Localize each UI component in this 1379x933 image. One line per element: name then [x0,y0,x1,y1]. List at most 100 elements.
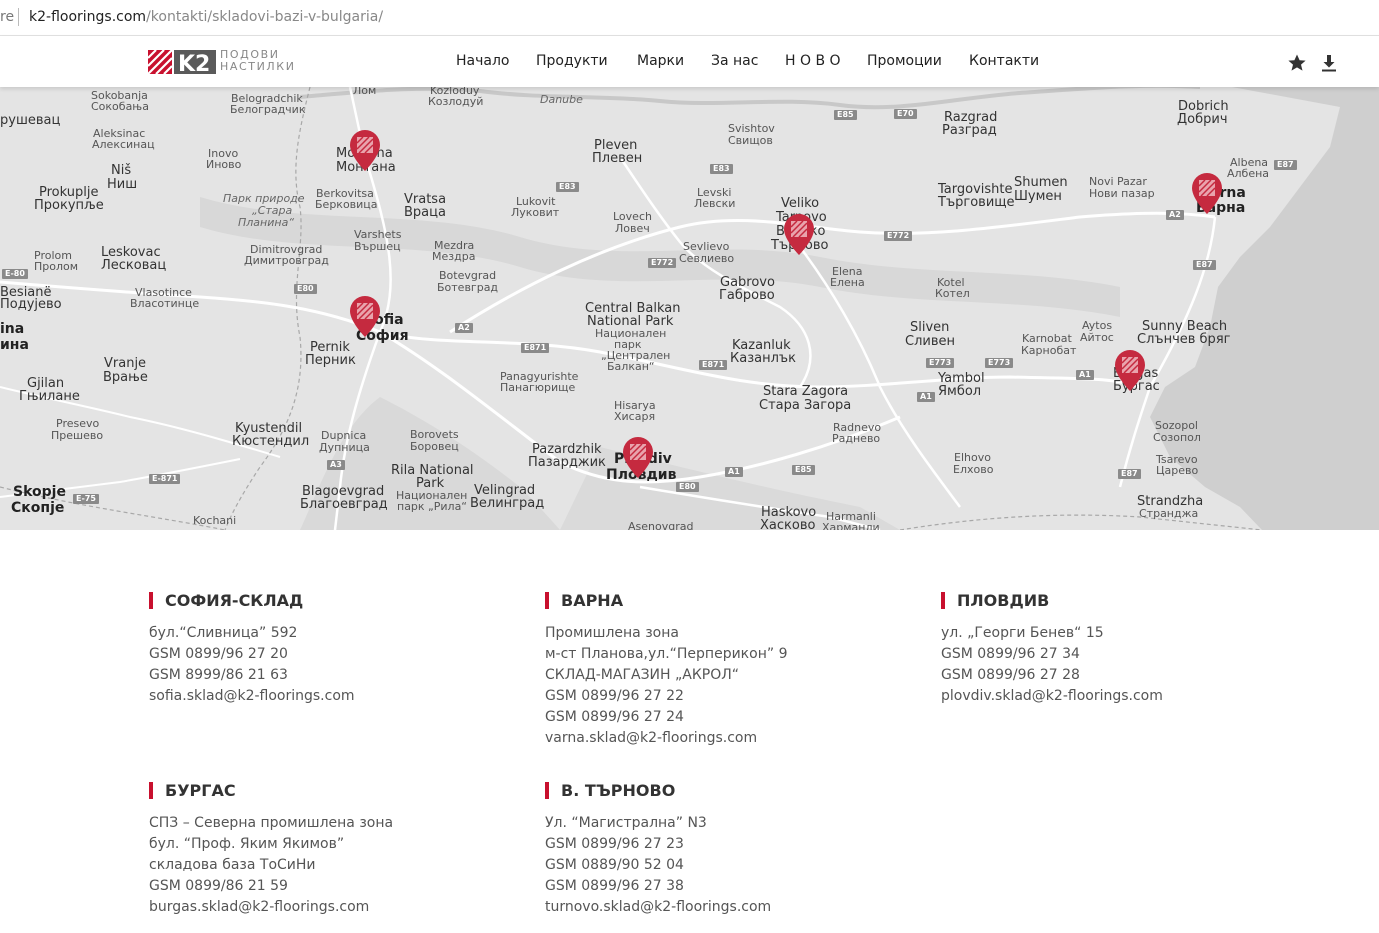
location-title: ВАРНА [545,592,875,609]
map-label: Asenovgrad [628,520,694,531]
location-email-link[interactable]: turnovo.sklad@k2-floorings.com [545,897,875,918]
location-email-link[interactable]: varna.sklad@k2-floorings.com [545,728,875,749]
address-separator [18,8,19,26]
map-label: Алексинац [92,138,155,151]
map-label: Ниш [107,177,138,192]
map-label: Пазарджик [528,455,606,470]
location-burgas: БУРГАС СПЗ – Северна промишлена зона бул… [149,782,479,918]
map-label: ина [0,337,29,353]
map-label: Подујево [0,297,62,312]
location-plovdiv: ПЛОВДИВ ул. „Георги Бенев“ 15 GSM 0899/9… [941,592,1271,707]
map-label: Враца [404,205,446,220]
nav-item-about[interactable]: За нас [711,53,758,69]
site-logo[interactable]: K2 ПОДОВИ НАСТИЛКИ [148,48,308,76]
map-label: Niš [111,163,132,178]
map-label: Балкан“ [607,360,655,373]
nav-item-contacts[interactable]: Контакти [969,53,1039,69]
map-label: Боровец [410,440,459,453]
road-shield: E-80 [2,269,28,279]
map-pin-icon[interactable] [621,435,655,479]
map-pin-icon[interactable] [348,294,382,338]
map-label: Danube [540,93,583,106]
map-label: Луковит [511,206,560,219]
map-label: Гњилане [19,389,80,404]
location-email-link[interactable]: sofia.sklad@k2-floorings.com [149,686,479,707]
location-varna: ВАРНА Промишлена зона м-ст Планова,ул.“П… [545,592,875,749]
locations-map[interactable]: Sokobanja Сокобања Belogradchik Белоград… [0,87,1379,530]
url-domain: k2-floorings.com [29,9,147,25]
star-icon[interactable] [1287,53,1307,73]
location-sofia: СОФИЯ-СКЛАД бул.“Сливница” 592 GSM 0899/… [149,592,479,707]
map-pin-icon[interactable] [782,212,816,256]
map-label: Вършец [354,240,401,253]
location-address: бул. “Проф. Яким Якимов” [149,836,345,852]
nav-item-new[interactable]: Н О В О [785,53,841,69]
road-shield: E85 [792,465,815,475]
road-shield: E80 [294,284,317,294]
location-email-link[interactable]: burgas.sklad@k2-floorings.com [149,897,479,918]
road-shield: E772 [884,231,913,241]
road-shield: E87 [1118,469,1141,479]
road-shield: E83 [710,164,733,174]
map-label: Нови пазар [1089,187,1155,200]
map-label: Планина“ [238,216,295,229]
map-label: Харманли [822,521,880,531]
map-label: Sliven [910,320,950,335]
road-shield: E70 [894,109,917,119]
location-phone: GSM 0899/96 27 20 [149,646,288,662]
map-label: Лом [353,87,377,97]
map-label: Стара Загора [759,398,852,413]
map-pin-icon[interactable] [1113,348,1147,392]
road-shield: A1 [1076,370,1094,380]
nav-item-home[interactable]: Начало [456,53,509,69]
location-address: Ул. “Магистрална” N3 [545,815,707,831]
nav-item-brands[interactable]: Марки [637,53,684,69]
location-turnovo: В. ТЪРНОВО Ул. “Магистрална” N3 GSM 0899… [545,782,875,918]
map-label: рушевац [0,113,61,128]
nav-item-products[interactable]: Продукти [536,53,608,69]
location-address: складова база ТоСиНи [149,857,316,873]
map-label: Veliko [781,196,820,211]
location-phone: GSM 0899/96 27 23 [545,836,684,852]
location-title: БУРГАС [149,782,479,799]
location-address: м-ст Планова,ул.“Перперикон” 9 [545,646,788,662]
browser-address-bar[interactable]: re k2-floorings.com/kontakti/skladovi-ba… [0,0,1379,36]
map-label: Сокобања [91,100,149,113]
location-email-link[interactable]: plovdiv.sklad@k2-floorings.com [941,686,1271,707]
location-title: В. ТЪРНОВО [545,782,875,799]
road-shield: E871 [521,343,550,353]
map-pin-icon[interactable] [348,128,382,172]
road-shield: A1 [725,467,743,477]
map-label: Прокупље [34,198,104,213]
location-address: СПЗ – Северна промишлена зона [149,815,394,831]
download-icon[interactable] [1319,53,1339,73]
location-address: бул.“Сливница” 592 [149,625,298,641]
map-label: Хисаря [614,410,656,423]
location-address: Промишлена зона [545,625,679,641]
map-pin-icon[interactable] [1190,171,1224,215]
map-label: Шумен [1014,189,1062,204]
map-label: Ботевград [437,281,499,294]
map-label: Котел [935,287,970,300]
map-label: Пролом [34,260,79,273]
road-shield: A3 [327,460,345,470]
url-text[interactable]: k2-floorings.com/kontakti/skladovi-bazi-… [29,9,383,25]
url-path: /kontakti/skladovi-bazi-v-bulgaria/ [146,9,384,25]
map-label: Vranje [104,356,147,371]
map-label: Власотинце [130,297,200,310]
road-shield: E-75 [73,494,99,504]
map-label: Казанлък [730,351,796,366]
location-address: ул. „Георги Бенев“ 15 [941,625,1104,641]
map-label: Раднево [832,432,881,445]
map-label: Сливен [905,334,955,349]
map-label: Елхово [953,463,994,476]
location-phone: GSM 0899/96 27 28 [941,667,1080,683]
nav-item-promotions[interactable]: Промоции [867,53,942,69]
map-label: Мездра [432,250,476,263]
road-shield: E773 [985,358,1014,368]
map-label: Stara Zagora [763,384,849,399]
map-label: Созопол [1153,431,1201,444]
map-label: Лесковац [101,258,167,273]
location-phone: GSM 0899/96 27 34 [941,646,1080,662]
map-label: Кюстендил [232,434,310,449]
